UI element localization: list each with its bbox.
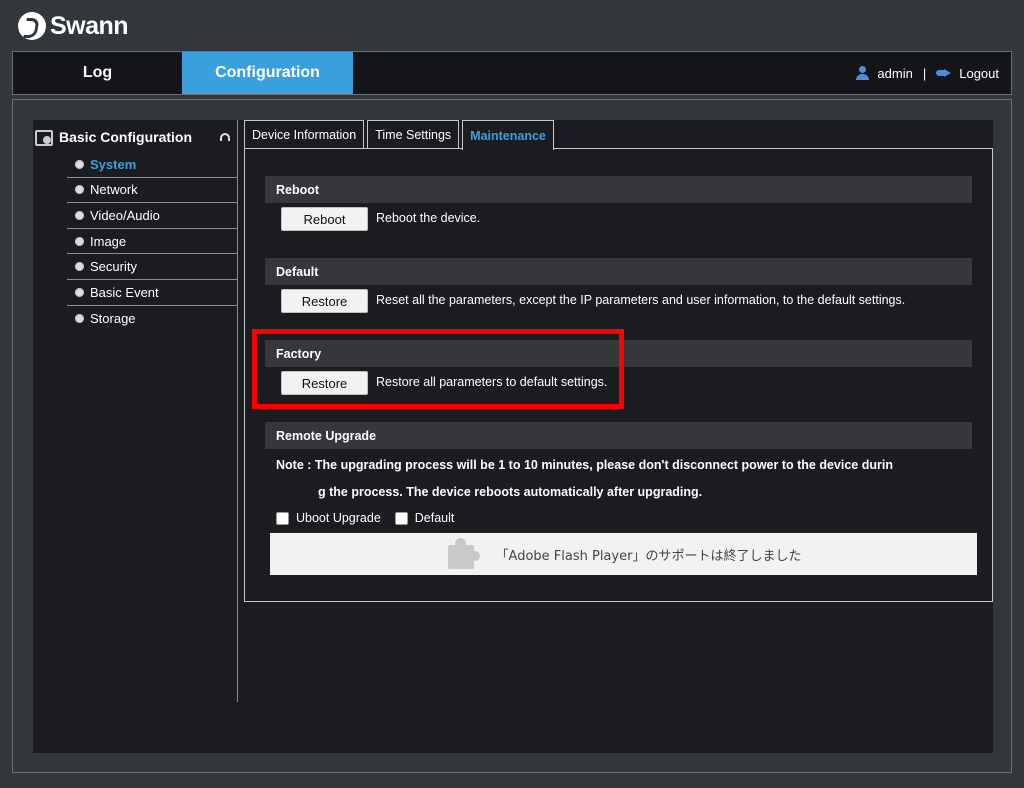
gear-icon xyxy=(75,185,84,195)
upgrade-note-line1: Note : The upgrading process will be 1 t… xyxy=(276,458,893,472)
swann-logo: Swann xyxy=(18,10,129,42)
sidebar-item-label: System xyxy=(90,156,137,172)
gear-icon xyxy=(75,159,84,169)
sidebar-item-basic-event[interactable]: Basic Event xyxy=(67,280,238,306)
config-content: Basic Configuration System Network Video… xyxy=(33,120,993,753)
brand-name: Swann xyxy=(50,11,129,40)
default-restore-button[interactable]: Restore xyxy=(281,289,368,313)
gear-icon xyxy=(75,287,84,297)
config-frame: Basic Configuration System Network Video… xyxy=(12,99,1012,773)
sidebar-menu: System Network Video/Audio Image Securit… xyxy=(67,152,238,331)
uboot-upgrade-label: Uboot Upgrade xyxy=(296,511,381,525)
sidebar-item-label: Image xyxy=(90,233,127,249)
reboot-section-title: Reboot xyxy=(265,176,972,203)
flash-plugin-placeholder: 「Adobe Flash Player」のサポートは終了しました xyxy=(270,533,977,575)
sidebar-item-security[interactable]: Security xyxy=(67,254,238,280)
sidebar: Basic Configuration System Network Video… xyxy=(33,120,238,702)
sidebar-item-label: Security xyxy=(90,259,137,275)
default-section-title: Default xyxy=(265,258,972,285)
sidebar-item-network[interactable]: Network xyxy=(67,178,238,204)
upgrade-options: Uboot Upgrade Default xyxy=(276,511,468,525)
upgrade-note-line2: g the process. The device reboots automa… xyxy=(318,485,703,499)
sidebar-item-video-audio[interactable]: Video/Audio xyxy=(67,203,238,229)
flash-unsupported-message: 「Adobe Flash Player」のサポートは終了しました xyxy=(495,548,802,564)
sidebar-header[interactable]: Basic Configuration xyxy=(35,126,233,148)
sidebar-item-label: Basic Event xyxy=(90,284,159,300)
logout-icon[interactable] xyxy=(936,68,952,78)
factory-highlight-box xyxy=(252,329,624,409)
sidebar-item-image[interactable]: Image xyxy=(67,229,238,255)
sidebar-title: Basic Configuration xyxy=(59,129,193,145)
sidebar-item-label: Video/Audio xyxy=(90,207,160,223)
collapse-icon[interactable] xyxy=(219,133,230,141)
gear-icon xyxy=(75,313,84,323)
tab-configuration[interactable]: Configuration xyxy=(182,52,353,94)
sidebar-item-label: Network xyxy=(90,182,138,198)
tab-device-information[interactable]: Device Information xyxy=(244,120,365,149)
gear-icon xyxy=(75,236,84,246)
uboot-upgrade-checkbox[interactable] xyxy=(276,511,289,525)
user-icon xyxy=(855,66,870,80)
reboot-description: Reboot the device. xyxy=(376,211,481,225)
sidebar-item-system[interactable]: System xyxy=(67,152,238,178)
content-tabs: Device Information Time Settings Mainten… xyxy=(244,120,557,150)
maintenance-panel: Reboot Reboot Reboot the device. Default… xyxy=(244,148,993,602)
sidebar-item-storage[interactable]: Storage xyxy=(67,306,238,332)
gear-icon xyxy=(75,210,84,220)
default-checkbox[interactable] xyxy=(394,511,408,525)
remote-upgrade-section-title: Remote Upgrade xyxy=(265,422,972,449)
basic-configuration-icon xyxy=(35,129,53,146)
top-nav-bar: Log Configuration admin | Logout xyxy=(12,51,1012,95)
username: admin xyxy=(877,65,913,81)
tab-log[interactable]: Log xyxy=(13,52,182,94)
swann-logo-icon xyxy=(18,12,46,40)
tab-time-settings[interactable]: Time Settings xyxy=(367,120,460,149)
default-checkbox-label: Default xyxy=(414,511,455,525)
reboot-button[interactable]: Reboot xyxy=(281,207,368,231)
nav-separator: | xyxy=(922,65,927,81)
tab-maintenance[interactable]: Maintenance xyxy=(462,120,554,150)
default-description: Reset all the parameters, except the IP … xyxy=(376,293,906,307)
sidebar-item-label: Storage xyxy=(90,310,136,326)
user-area: admin | Logout xyxy=(855,52,999,94)
gear-icon xyxy=(75,262,84,272)
logout-link[interactable]: Logout xyxy=(959,66,999,81)
puzzle-piece-icon xyxy=(446,537,480,571)
